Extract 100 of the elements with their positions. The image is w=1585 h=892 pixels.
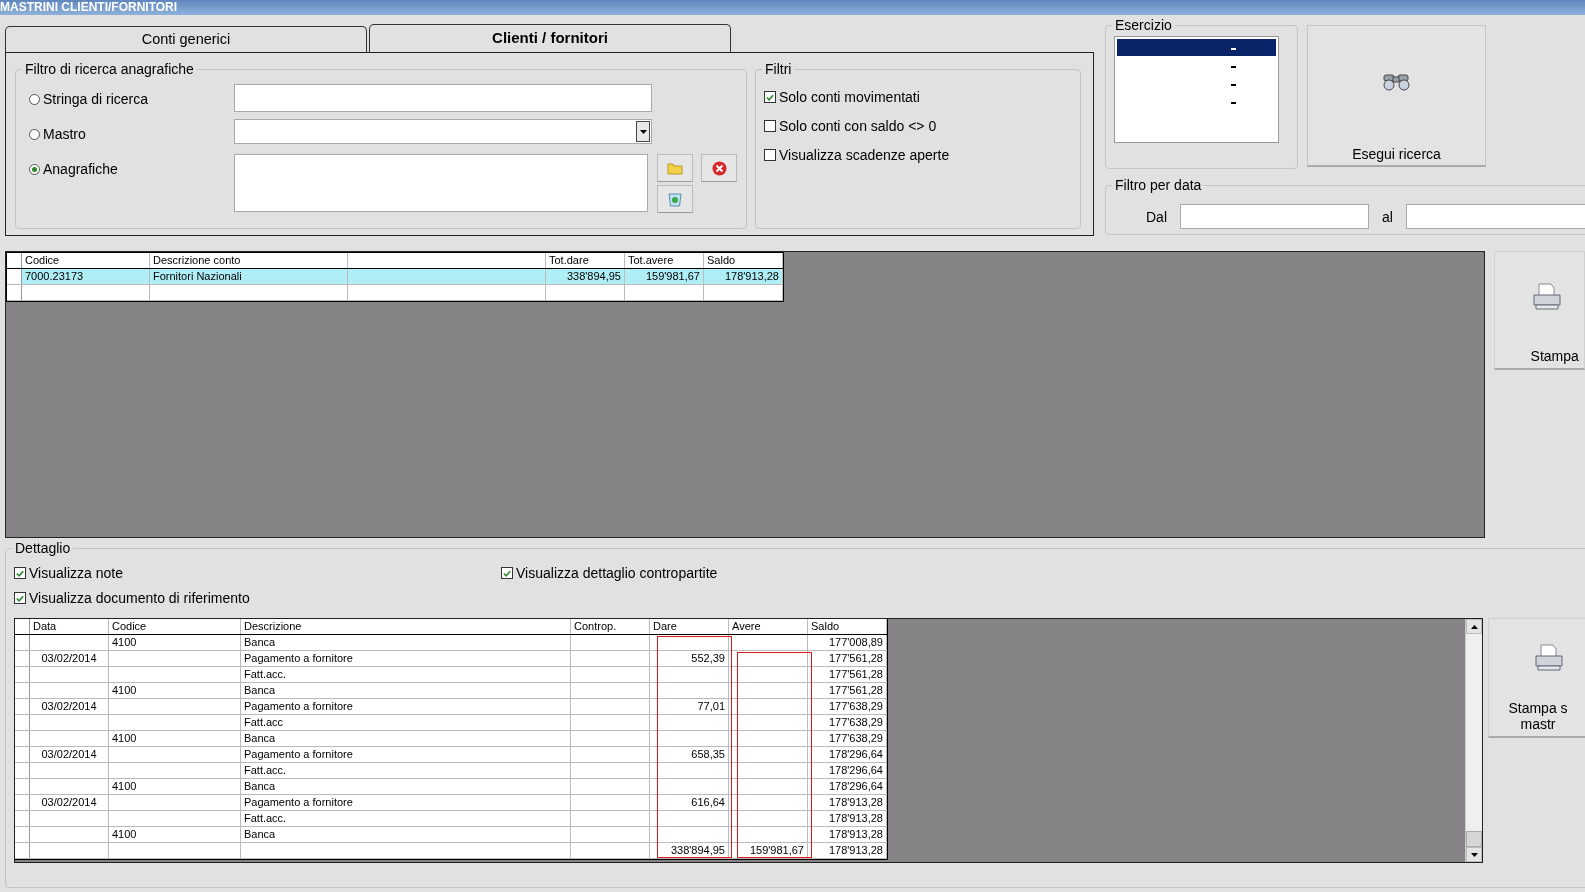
column-header: Codice (109, 619, 241, 634)
table-cell: 552,39 (691, 652, 725, 664)
close-icon (711, 160, 727, 176)
checkbox-label: Solo conti movimentati (779, 89, 920, 105)
table-cell: Pagamento a fornitore (244, 700, 353, 712)
column-header: Controp. (571, 619, 650, 634)
print-button[interactable]: Stampa (1493, 251, 1585, 370)
column-header: Descrizione (241, 619, 571, 634)
column-header: Codice (22, 253, 150, 268)
table-cell: 178'913,28 (828, 796, 883, 808)
table-cell: Pagamento a fornitore (244, 652, 353, 664)
group-title: Filtro di ricerca anagrafiche (22, 61, 197, 77)
table-cell: 178'296,64 (828, 764, 883, 776)
bin-icon (668, 191, 682, 207)
checkbox[interactable] (764, 149, 776, 161)
checkbox-label: Visualizza documento di riferimento (29, 590, 250, 606)
table-cell: Fatt.acc. (244, 668, 287, 680)
group-title: Filtro per data (1112, 177, 1205, 193)
table-cell: 77,01 (697, 700, 725, 712)
checkbox[interactable] (764, 120, 776, 132)
table-cell: 177'638,29 (828, 700, 883, 712)
checkbox[interactable] (14, 592, 26, 604)
checkbox[interactable] (501, 567, 513, 579)
table-cell: 178'296,64 (828, 780, 883, 792)
table-cell: 178'913,28 (724, 270, 779, 282)
table-cell: 4100 (112, 828, 137, 840)
table-cell: 4100 (112, 684, 137, 696)
checkbox-label: Visualizza note (29, 565, 123, 581)
dropdown-field[interactable] (234, 119, 652, 144)
radio-button[interactable] (29, 93, 40, 105)
checkbox[interactable] (14, 567, 26, 579)
column-header: Tot.avere (625, 253, 704, 268)
table-cell: Pagamento a fornitore (244, 748, 353, 760)
tab[interactable]: Clienti / fornitori (369, 24, 731, 52)
table-cell: 338'894,95 (566, 270, 621, 282)
table-cell: Banca (244, 780, 276, 792)
table-cell: 338'894,95 (670, 844, 725, 856)
table-cell: 616,64 (691, 796, 725, 808)
table-cell: 177'638,29 (828, 716, 883, 728)
table-row[interactable]: 7000.23173 Fornitori Nazionali 338'894,95 159'981,67 178'913,28 (7, 269, 783, 285)
table-cell: 4100 (112, 732, 137, 744)
caret-icon (639, 129, 647, 134)
window-title: MASTRINI CLIENTI/FORNITORI (0, 0, 1585, 15)
column-header: Data (30, 619, 109, 634)
printer-icon (1533, 643, 1563, 673)
radio-label: Stringa di ricerca (43, 91, 149, 107)
table-cell: 7000.23173 (25, 270, 84, 282)
table-cell: 03/02/2014 (41, 700, 97, 712)
column-header: Tot.dare (546, 253, 625, 268)
group-title: Filtri (762, 61, 795, 77)
table-cell: Banca (244, 684, 276, 696)
group-title: Dettaglio (12, 540, 74, 556)
table-cell: Fornitori Nazionali (153, 270, 242, 282)
up-arrow-icon[interactable] (1470, 624, 1478, 629)
table-cell: 177'008,89 (828, 636, 883, 648)
clear-button[interactable] (657, 185, 693, 213)
table-cell: Fatt.acc (244, 716, 284, 728)
table-cell: 178'913,28 (828, 828, 883, 840)
table-cell: 4100 (112, 636, 137, 648)
table-cell: 4100 (112, 780, 137, 792)
radio-button[interactable] (29, 128, 40, 140)
table-cell: 658,35 (691, 748, 725, 760)
list-field[interactable] (234, 154, 648, 212)
table-cell: 03/02/2014 (41, 652, 97, 664)
table-cell: Banca (244, 732, 276, 744)
table-cell: 159'981,67 (749, 844, 804, 856)
scroll-thumb[interactable] (1466, 831, 1482, 847)
column-header: Saldo (704, 253, 783, 268)
scrollbar[interactable] (1465, 619, 1482, 862)
search-button[interactable]: Esegui ricerca (1307, 25, 1486, 167)
search-field[interactable] (234, 84, 652, 112)
table-cell: 159'981,67 (645, 270, 700, 282)
group-title: Esercizio (1112, 17, 1175, 33)
table-cell: Banca (244, 636, 276, 648)
radio-button[interactable] (29, 163, 40, 175)
field-label: Dal (1146, 208, 1167, 225)
date-field[interactable] (1180, 204, 1369, 229)
table-cell: Banca (244, 828, 276, 840)
dropdown-button[interactable] (636, 121, 650, 142)
table-cell: 178'913,28 (828, 844, 883, 856)
checkbox[interactable] (764, 91, 776, 103)
column-header: Avere (729, 619, 808, 634)
table-cell: Fatt.acc. (244, 764, 287, 776)
column-header: Dare (650, 619, 729, 634)
table-cell: 177'638,29 (828, 732, 883, 744)
folder-icon (667, 161, 683, 175)
table-cell: 177'561,28 (828, 684, 883, 696)
column-header: Saldo (808, 619, 887, 634)
print-ledger-button[interactable]: Stampa s mastr (1488, 618, 1585, 738)
open-button[interactable] (657, 154, 693, 182)
radio-label: Anagrafiche (43, 161, 118, 177)
checkbox-label: Visualizza scadenze aperte (779, 147, 950, 163)
tab[interactable]: Conti generici (5, 26, 367, 52)
down-arrow-icon[interactable] (1470, 852, 1478, 857)
table-cell: Fatt.acc. (244, 812, 287, 824)
table-cell: 177'561,28 (828, 668, 883, 680)
table-cell: 178'296,64 (828, 748, 883, 760)
checkbox-label: Solo conti con saldo <> 0 (779, 118, 937, 134)
date-field[interactable] (1405, 204, 1585, 229)
remove-button[interactable] (701, 154, 737, 182)
